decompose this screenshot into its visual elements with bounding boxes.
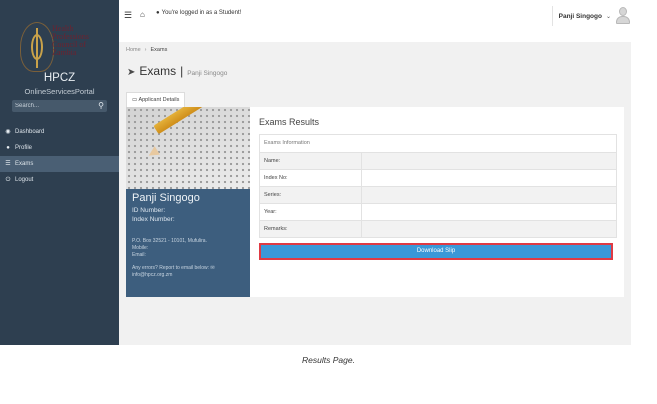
row-label: Index No: (260, 170, 362, 186)
row-value (362, 170, 616, 186)
logo-text: Health Professions Council of Zambia (52, 25, 98, 57)
hpcz-logo: Health Professions Council of Zambia (18, 22, 98, 78)
row-value (362, 221, 616, 237)
tab-label: Applicant Details (138, 97, 180, 103)
top-bar: ☰ ⌂ ● You're logged in as a Student! Pan… (119, 0, 631, 42)
row-value (362, 153, 616, 169)
figure-caption: Results Page. (302, 355, 355, 365)
email-label: Email: (132, 252, 146, 258)
login-status: ● You're logged in as a Student! (156, 10, 241, 16)
answer-sheet (126, 107, 250, 189)
user-menu[interactable]: Panji Singogo ⌄ (551, 6, 631, 26)
table-row: Series: (260, 186, 616, 203)
table-row: Name: (260, 152, 616, 169)
avatar-body (616, 16, 630, 24)
tab-applicant-details[interactable]: ▭ Applicant Details (126, 92, 186, 107)
row-value (362, 204, 616, 220)
sidebar: Health Professions Council of Zambia HPC… (0, 0, 119, 345)
card-icon: ▭ (132, 97, 138, 103)
sidebar-search: ⚲ (12, 100, 107, 112)
chevron-down-icon: ⌄ (605, 13, 611, 20)
main-content: Home › Exams ➤ Exams | Panji Singogo ▭ A… (119, 42, 631, 345)
sidebar-item-label: Logout (15, 177, 34, 183)
download-slip-button[interactable]: Download Slip (259, 243, 613, 260)
row-label: Year: (260, 204, 362, 220)
logo-line-3: Council of Zambia (52, 40, 86, 57)
sidebar-item-label: Profile (15, 145, 33, 151)
row-label: Remarks: (260, 221, 362, 237)
page-subtitle: Panji Singogo (187, 70, 228, 77)
title-separator: | (180, 64, 184, 78)
chevron-circle-right-icon: ➤ (127, 67, 136, 78)
menu-toggle-icon[interactable]: ☰ (124, 10, 132, 21)
table-row: Index No: (260, 169, 616, 186)
login-status-text: You're logged in as a Student! (161, 10, 242, 16)
power-icon: ⏻ (5, 177, 11, 183)
user-icon: ● (156, 10, 160, 16)
report-errors-label: Any errors? Report to email below: (132, 265, 209, 271)
results-table: Exams Information Name: Index No: Series… (259, 134, 617, 238)
avatar (615, 7, 631, 25)
sidebar-item-label: Dashboard (15, 129, 45, 135)
row-value (362, 187, 616, 203)
user-icon: ● (6, 145, 10, 151)
index-number-label: Index Number: (132, 216, 175, 223)
logo-staff (36, 28, 38, 68)
dashboard-icon: ◉ (5, 129, 11, 135)
portal-subtitle: OnlineServicesPortal (24, 87, 95, 96)
breadcrumb-home[interactable]: Home (126, 47, 141, 53)
row-label: Series: (260, 187, 362, 203)
sidebar-item-profile[interactable]: ● Profile (0, 140, 119, 156)
results-table-header: Exams Information (260, 135, 616, 152)
profile-info: Panji Singogo ID Number: Index Number: P… (126, 189, 250, 297)
mobile-label: Mobile: (132, 245, 149, 251)
avatar-head (619, 7, 627, 16)
sidebar-item-label: Exams (15, 161, 34, 167)
list-icon: ☰ (5, 161, 11, 167)
report-email-link[interactable]: info@hpcz.org.zm (132, 272, 172, 279)
row-label: Name: (260, 153, 362, 169)
page-title: ➤ Exams | Panji Singogo (127, 64, 227, 78)
applicant-card: Panji Singogo ID Number: Index Number: P… (126, 107, 624, 297)
report-errors-text: Any errors? Report to email below: ✉ (132, 265, 215, 272)
portal-name: HPCZ (43, 72, 76, 84)
sidebar-item-dashboard[interactable]: ◉ Dashboard (0, 124, 119, 140)
id-number-label: ID Number: (132, 207, 166, 214)
sidebar-item-logout[interactable]: ⏻ Logout (0, 172, 119, 188)
search-icon[interactable]: ⚲ (98, 101, 104, 110)
breadcrumb-current: Exams (150, 47, 168, 53)
envelope-icon: ✉ (210, 265, 215, 271)
sidebar-item-exams[interactable]: ☰ Exams (0, 156, 119, 172)
home-icon[interactable]: ⌂ (140, 10, 145, 19)
profile-address: P.O. Box 32521 - 10101, Mufulira. (132, 238, 207, 244)
sidebar-menu: ◉ Dashboard ● Profile ☰ Exams ⏻ Logout (0, 124, 119, 188)
breadcrumb: Home › Exams (126, 47, 167, 53)
table-row: Remarks: (260, 220, 616, 237)
table-row: Year: (260, 203, 616, 220)
profile-name: Panji Singogo (132, 192, 200, 204)
username: Panji Singogo (558, 12, 602, 20)
results-title: Exams Results (259, 117, 320, 127)
page-title-text: Exams (139, 64, 177, 78)
exam-sheet-image (126, 107, 250, 189)
breadcrumb-separator: › (144, 47, 147, 53)
search-input[interactable] (15, 100, 93, 112)
